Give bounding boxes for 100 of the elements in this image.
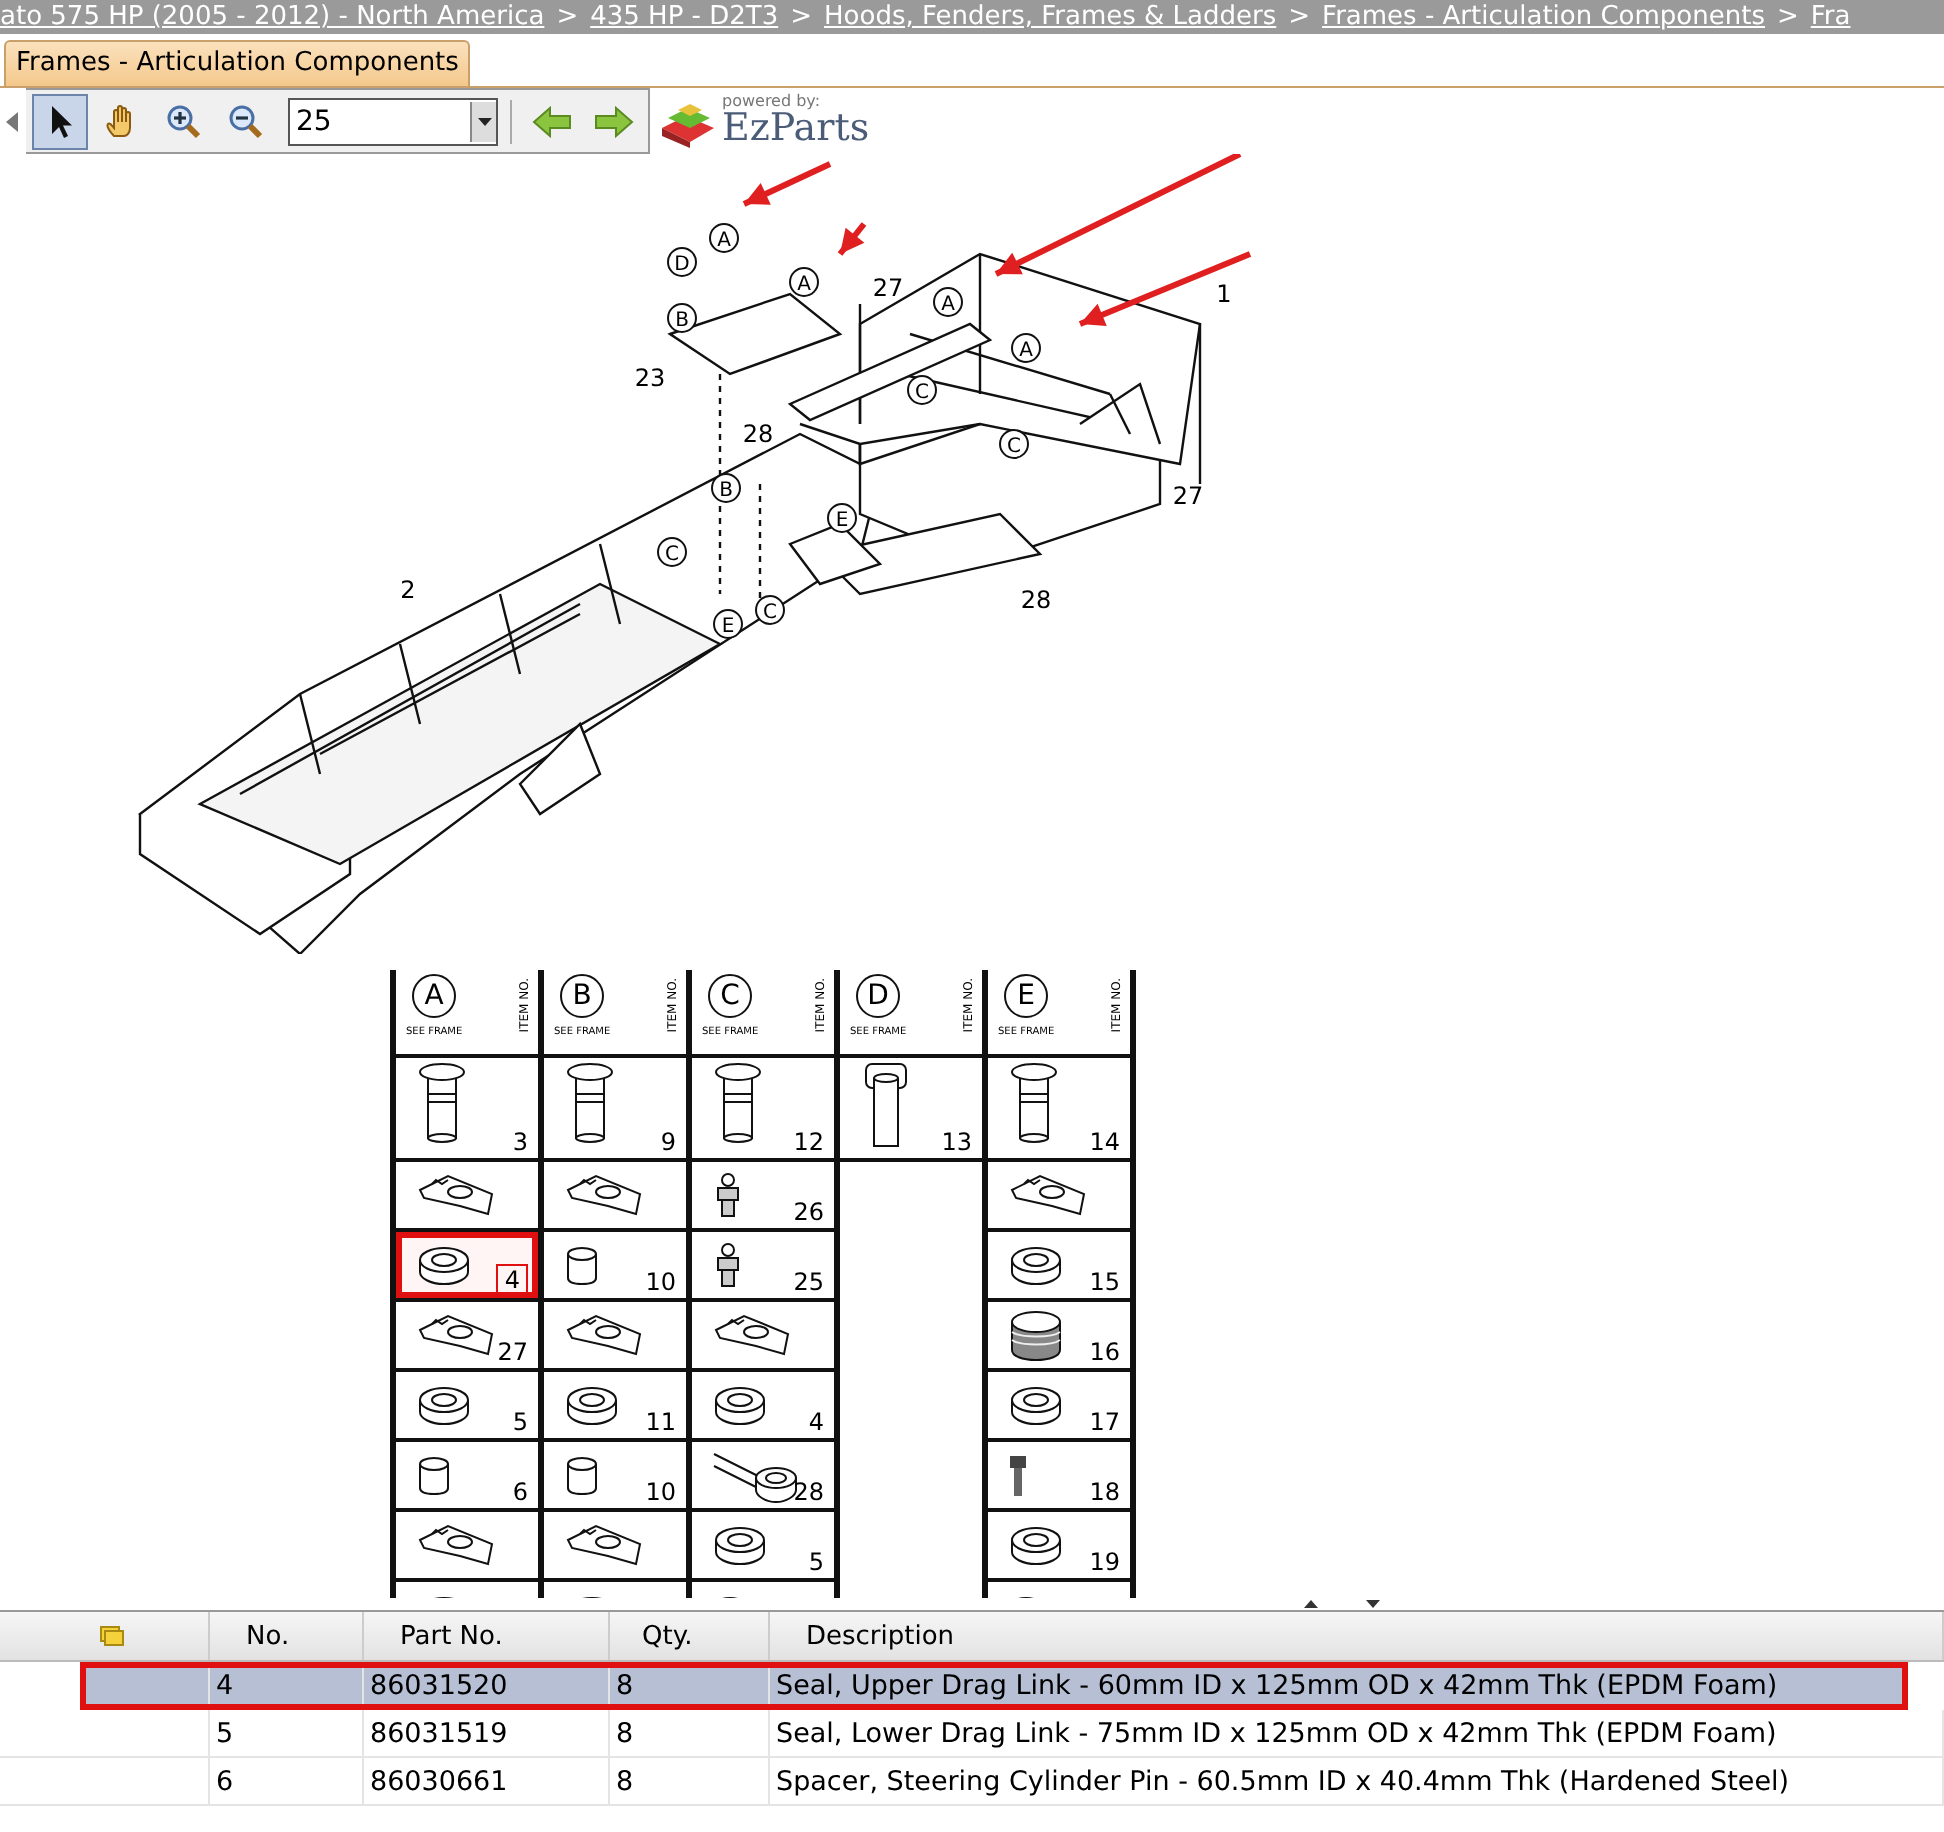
callout-number: 28 — [1020, 586, 1052, 614]
stacked-blocks-icon — [658, 100, 718, 148]
table-cell: 8 — [616, 1765, 634, 1797]
item-number: 3 — [512, 1128, 528, 1156]
threaded-plug-icon — [1008, 1309, 1064, 1361]
handle-pin-icon — [860, 1062, 912, 1150]
callout-bubble: E — [1004, 974, 1049, 1018]
callout-number: 2 — [400, 576, 416, 604]
item-number: 28 — [793, 1478, 824, 1506]
callout-number: 27 — [1172, 482, 1204, 510]
pin-icon — [416, 1062, 468, 1146]
callout-bubble: D — [856, 974, 901, 1018]
callout-number: 27 — [872, 274, 904, 302]
item-number: 19 — [1089, 1548, 1120, 1576]
item-number: 4 — [808, 1408, 824, 1436]
item-number: 5 — [808, 1548, 824, 1576]
table-cell: 6 — [216, 1765, 234, 1797]
item-number: 15 — [1089, 1268, 1120, 1296]
table-row[interactable]: 4 86031520 8 Seal, Upper Drag Link - 60mm ID x 125mm OD x 42mm Thk (EPDM Foam) — [80, 1662, 1908, 1710]
callout-bubble: A — [1011, 333, 1041, 363]
table-cell: 86031520 — [370, 1669, 508, 1701]
item-number: 26 — [793, 1198, 824, 1226]
collapse-up-icon[interactable] — [1304, 1600, 1318, 1608]
zoom-out-icon — [228, 103, 264, 139]
grease-fitting-icon — [712, 1241, 744, 1289]
ring-seal-icon — [1008, 1245, 1064, 1285]
callout-bubble: C — [755, 595, 785, 625]
callout-bubble: E — [713, 609, 743, 639]
bracket-icon — [416, 1313, 496, 1357]
column-header[interactable]: No. — [210, 1612, 364, 1660]
callout-bubble: A — [789, 267, 819, 297]
bracket-icon — [416, 1523, 496, 1567]
callout-bubble: B — [711, 473, 741, 503]
item-number: 25 — [793, 1268, 824, 1296]
arrow — [837, 222, 867, 256]
table-cell: Spacer, Steering Cylinder Pin - 60.5mm ID x 40.4mm Thk (Hardened Steel) — [776, 1765, 1790, 1797]
item-number: 16 — [1089, 1338, 1120, 1366]
breadcrumb-separator: > — [790, 2, 813, 32]
callout-bubble: C — [708, 974, 753, 1018]
item-number: 4 — [496, 1264, 528, 1296]
ring-seal-icon — [1008, 1525, 1064, 1565]
callout-bubble: C — [657, 537, 687, 567]
zoom-in-icon — [166, 103, 202, 139]
pointer-tool-button[interactable] — [32, 93, 88, 149]
ring-seal-icon — [564, 1385, 620, 1425]
callout-bubble: A — [412, 974, 457, 1018]
callout-bubble: A — [709, 223, 739, 253]
grease-fitting-icon — [712, 1171, 744, 1219]
bushing-icon — [564, 1455, 600, 1495]
bracket-icon — [564, 1173, 644, 1217]
bracket-icon — [1008, 1173, 1088, 1217]
callout-bubble: C — [907, 375, 937, 405]
callout-bubble: D — [667, 247, 697, 277]
bracket-icon — [564, 1523, 644, 1567]
column-header[interactable]: Description — [770, 1612, 1944, 1660]
bracket-icon — [564, 1313, 644, 1357]
table-cell: 8 — [616, 1669, 634, 1701]
callout-number: 23 — [634, 364, 666, 392]
pin-icon — [564, 1062, 616, 1146]
callout-bubble: B — [560, 974, 605, 1018]
bracket-icon — [416, 1173, 496, 1217]
logo-tagline: powered by: — [722, 94, 823, 110]
item-number: 6 — [512, 1478, 528, 1506]
table-cell: Seal, Upper Drag Link - 60mm ID x 125mm OD x 42mm Thk (EPDM Foam) — [776, 1669, 1778, 1701]
tab[interactable]: Frames - Articulation Components — [4, 40, 471, 86]
item-number: 10 — [645, 1478, 676, 1506]
item-number: 9 — [660, 1128, 676, 1156]
item-number: 17 — [1089, 1408, 1120, 1436]
column-header[interactable]: Qty. — [610, 1612, 770, 1660]
ring-seal-icon — [416, 1245, 472, 1285]
scroll-left-icon[interactable] — [6, 111, 18, 131]
callout-bubble: B — [667, 303, 697, 333]
callout-bubble: C — [999, 429, 1029, 459]
expand-down-icon[interactable] — [1366, 1600, 1380, 1608]
table-cell: 5 — [216, 1717, 234, 1749]
callout-number: 1 — [1216, 280, 1232, 308]
ring-seal-icon — [416, 1385, 472, 1425]
bracket-icon — [712, 1313, 792, 1357]
breadcrumb-separator: > — [556, 2, 579, 32]
bolt-icon — [1008, 1453, 1028, 1497]
table-cell: 86030661 — [370, 1765, 508, 1797]
left-arrow-icon — [532, 105, 572, 137]
table-cell: Seal, Lower Drag Link - 75mm ID x 125mm OD x 42mm Thk (EPDM Foam) — [776, 1717, 1777, 1749]
table-cell: 4 — [216, 1669, 234, 1701]
item-number: 14 — [1089, 1128, 1120, 1156]
arrow — [742, 161, 832, 207]
callout-number: 28 — [742, 420, 774, 448]
ring-seal-icon — [712, 1385, 768, 1425]
item-number: 10 — [645, 1268, 676, 1296]
table-row[interactable]: 6 86030661 8 Spacer, Steering Cylinder Pin - 60.5mm ID x 40.4mm Thk (Hardened Steel) — [0, 1758, 1944, 1806]
item-number: 27 — [497, 1338, 528, 1366]
logo-wordmark: EzParts — [722, 110, 870, 148]
zoom-dropdown[interactable]: 25 — [288, 97, 498, 145]
callout-bubble: E — [827, 503, 857, 533]
column-header[interactable]: Part No. — [364, 1612, 610, 1660]
breadcrumb-separator: > — [1776, 2, 1799, 32]
table-row[interactable]: 5 86031519 8 Seal, Lower Drag Link - 75mm ID x 125mm OD x 42mm Thk (EPDM Foam) — [0, 1710, 1944, 1758]
table-cell: 8 — [616, 1717, 634, 1749]
item-number: 5 — [512, 1408, 528, 1436]
breadcrumb-separator: > — [1288, 2, 1311, 32]
